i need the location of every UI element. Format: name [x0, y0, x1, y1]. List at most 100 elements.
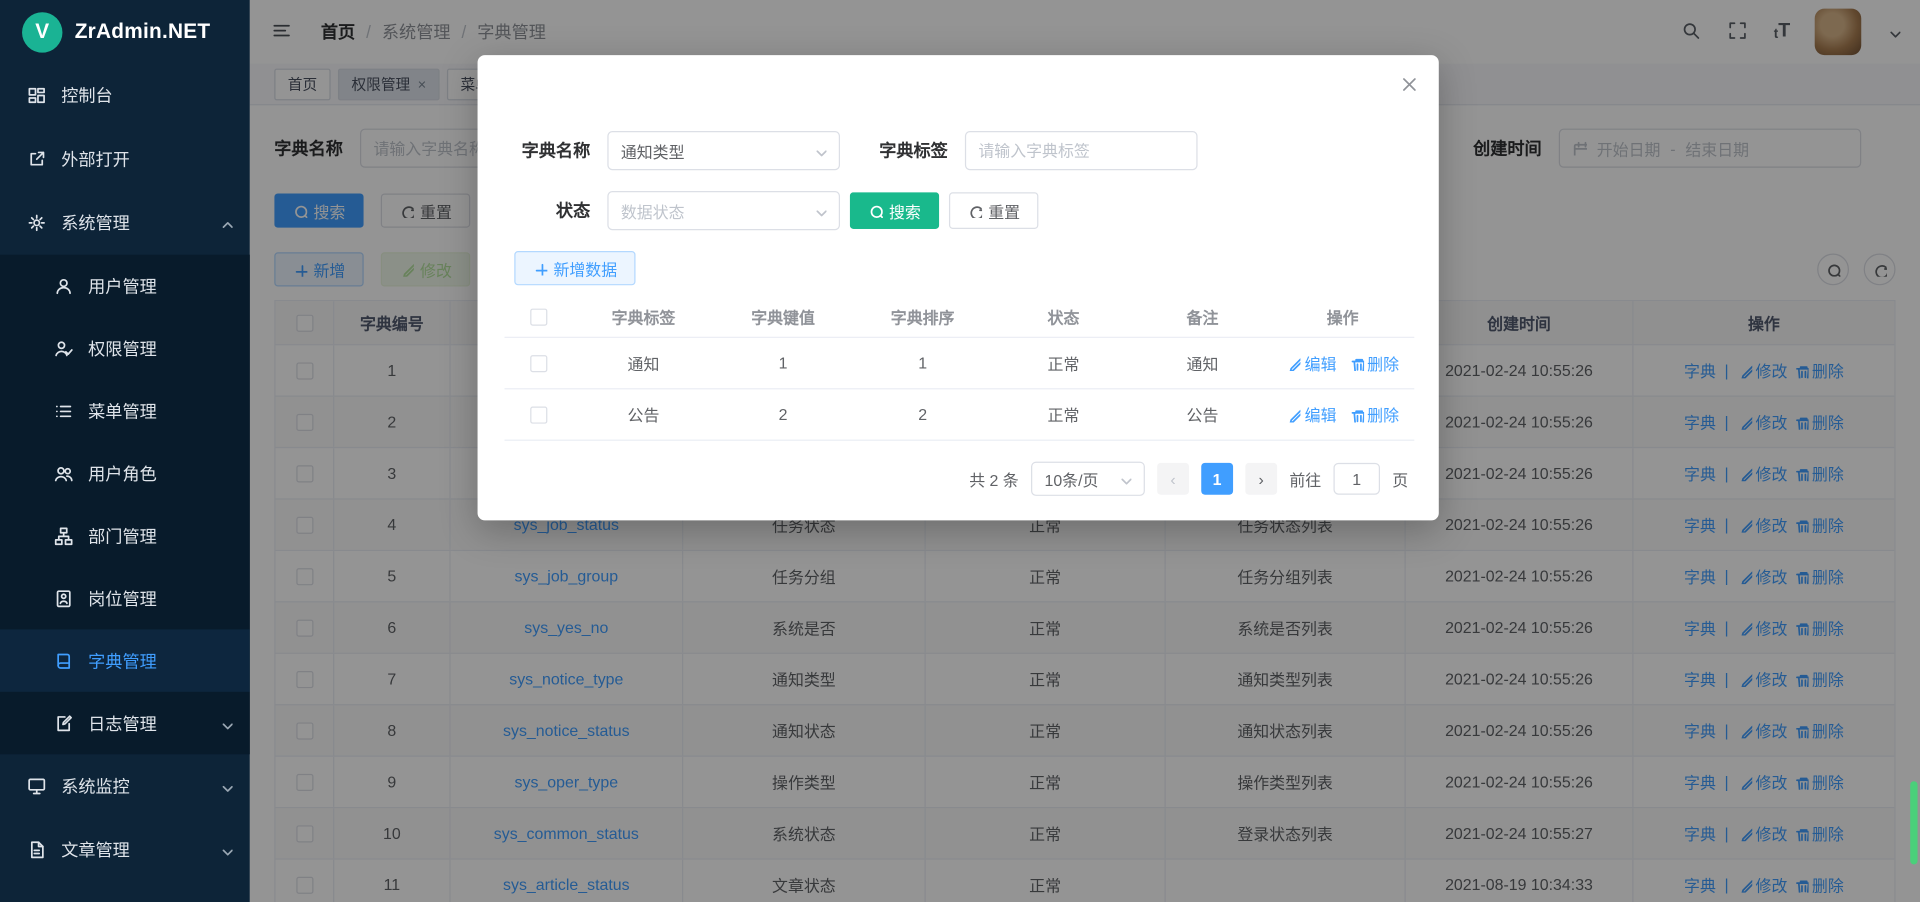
refresh-icon	[967, 203, 982, 218]
delete-row-link[interactable]: 删除	[1349, 403, 1399, 426]
row-checkbox[interactable]	[530, 406, 547, 423]
sidebar-item-label: 字典管理	[88, 648, 157, 672]
dict-data-modal: 字典名称 通知类型 字典标签 状态 数据状态 搜索	[478, 55, 1439, 520]
badge-icon	[54, 588, 74, 608]
col-dict-sort: 字典排序	[852, 296, 993, 336]
modal-table-header-row: 字典标签 字典键值 字典排序 状态 备注 操作	[504, 296, 1414, 338]
modal-reset-button[interactable]: 重置	[949, 192, 1038, 229]
goto-label: 前往	[1289, 467, 1321, 490]
sidebar-item-label: 部门管理	[88, 523, 157, 547]
sidebar-item-departments[interactable]: 部门管理	[0, 504, 250, 566]
prev-page-button[interactable]: ‹	[1157, 463, 1189, 495]
page-size-value: 10条/页	[1044, 467, 1116, 490]
modal-select-all-checkbox[interactable]	[530, 308, 547, 325]
external-link-icon	[27, 149, 47, 169]
user-icon	[54, 276, 74, 296]
modal-close-button[interactable]	[1400, 75, 1420, 98]
book-icon	[54, 651, 74, 671]
dict-value-cell: 2	[714, 389, 852, 439]
chevron-up-icon	[218, 216, 233, 231]
sidebar-item-logs[interactable]: 日志管理	[0, 692, 250, 754]
modal-dict-label-input[interactable]	[965, 131, 1198, 170]
modal-toolbar: 新增数据	[504, 251, 1414, 285]
trash-icon	[1349, 356, 1364, 371]
sidebar-item-label: 文章管理	[61, 838, 130, 862]
remark-cell: 通知	[1134, 338, 1271, 388]
dict-label-cell: 通知	[573, 338, 714, 388]
pagination-total: 共 2 条	[969, 467, 1019, 490]
sidebar: V ZrAdmin.NET 控制台 外部打开 系统管理 用户管理 权限管理	[0, 0, 250, 902]
caret-down-icon	[812, 203, 827, 218]
page-1-button[interactable]: 1	[1201, 463, 1233, 495]
monitor-icon	[27, 776, 47, 796]
sidebar-item-posts[interactable]: 岗位管理	[0, 567, 250, 629]
table-row: 公告 2 2 正常 公告 编辑 删除	[504, 389, 1414, 440]
user-check-icon	[54, 339, 74, 359]
edit-row-label: 编辑	[1305, 403, 1337, 426]
modal-pagination: 共 2 条 10条/页 ‹ 1 › 前往 页	[478, 462, 1439, 496]
app-root: V ZrAdmin.NET 控制台 外部打开 系统管理 用户管理 权限管理	[0, 0, 1920, 902]
edit-icon	[1286, 407, 1301, 422]
sidebar-item-menus[interactable]: 菜单管理	[0, 380, 250, 442]
sidebar-item-dictionary[interactable]: 字典管理	[0, 629, 250, 691]
article-icon	[27, 840, 47, 860]
chevron-down-icon	[218, 779, 233, 794]
modal-dict-name-label: 字典名称	[504, 138, 590, 162]
sidebar-item-label: 日志管理	[88, 711, 157, 735]
dict-data-table: 字典标签 字典键值 字典排序 状态 备注 操作 通知 1 1 正常 通知	[504, 296, 1414, 440]
sidebar-item-label: 菜单管理	[88, 399, 157, 423]
chevron-down-icon	[218, 716, 233, 731]
caret-down-icon	[1117, 471, 1132, 486]
modal-search-label: 搜索	[889, 199, 921, 222]
modal-search-button[interactable]: 搜索	[850, 192, 939, 229]
sidebar-item-label: 用户管理	[88, 274, 157, 298]
operations-cell: 编辑 删除	[1271, 338, 1414, 388]
col-remark: 备注	[1134, 296, 1271, 336]
org-tree-icon	[54, 526, 74, 546]
next-page-button[interactable]: ›	[1245, 463, 1277, 495]
modal-dict-name-select[interactable]: 通知类型	[607, 131, 840, 170]
edit-icon	[1286, 356, 1301, 371]
sidebar-item-monitor[interactable]: 系统监控	[0, 754, 250, 818]
edit-row-link[interactable]: 编辑	[1286, 403, 1336, 426]
users-icon	[54, 463, 74, 483]
menu-list-icon	[54, 401, 74, 421]
sidebar-item-external[interactable]: 外部打开	[0, 127, 250, 191]
modal-filter-row-1: 字典名称 通知类型 字典标签	[504, 131, 1414, 170]
col-dict-value: 字典键值	[714, 296, 852, 336]
row-checkbox[interactable]	[530, 354, 547, 371]
modal-status-placeholder: 数据状态	[621, 199, 812, 222]
page-size-select[interactable]: 10条/页	[1031, 462, 1145, 496]
sidebar-item-permissions[interactable]: 权限管理	[0, 317, 250, 379]
app-title: ZrAdmin.NET	[75, 20, 211, 44]
modal-status-label: 状态	[504, 198, 590, 222]
sidebar-item-articles[interactable]: 文章管理	[0, 818, 250, 882]
app-logo[interactable]: V ZrAdmin.NET	[0, 0, 250, 64]
modal-status-select[interactable]: 数据状态	[607, 191, 840, 230]
modal-dict-label-label: 字典标签	[862, 138, 948, 162]
delete-row-link[interactable]: 删除	[1349, 351, 1399, 374]
status-cell: 正常	[993, 389, 1134, 439]
sidebar-item-console[interactable]: 控制台	[0, 64, 250, 128]
edit-row-label: 编辑	[1305, 351, 1337, 374]
search-icon	[868, 203, 883, 218]
modal-add-data-button[interactable]: 新增数据	[514, 251, 635, 285]
sidebar-item-users[interactable]: 用户管理	[0, 255, 250, 317]
log-icon	[54, 713, 74, 733]
status-cell: 正常	[993, 338, 1134, 388]
edit-row-link[interactable]: 编辑	[1286, 351, 1336, 374]
sidebar-item-roles[interactable]: 用户角色	[0, 442, 250, 504]
chevron-down-icon	[218, 842, 233, 857]
scrollbar-thumb[interactable]	[1910, 781, 1917, 864]
sidebar-item-system[interactable]: 系统管理	[0, 191, 250, 255]
remark-cell: 公告	[1134, 389, 1271, 439]
col-dict-label: 字典标签	[573, 296, 714, 336]
sidebar-item-label: 控制台	[61, 83, 112, 107]
sidebar-item-label: 权限管理	[88, 336, 157, 360]
delete-row-label: 删除	[1367, 403, 1399, 426]
modal-dict-name-value: 通知类型	[621, 139, 812, 162]
dict-label-cell: 公告	[573, 389, 714, 439]
logo-icon: V	[22, 12, 62, 52]
goto-page-input[interactable]	[1333, 463, 1380, 495]
sidebar-item-label: 用户角色	[88, 461, 157, 485]
